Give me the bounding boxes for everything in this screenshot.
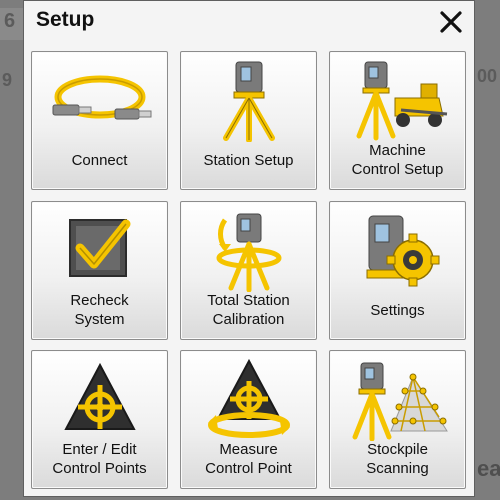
stockpile-scanning-label: Stockpile Scanning bbox=[366, 441, 429, 477]
recheck-system-label: Recheck System bbox=[70, 292, 129, 328]
usb-cable-icon bbox=[52, 75, 151, 120]
stockpile-scanning-button[interactable]: Stockpile Scanning bbox=[329, 350, 466, 489]
grader-total-station-icon bbox=[356, 61, 447, 141]
checkbox-checkmark-icon bbox=[68, 219, 130, 277]
station-gear-icon bbox=[366, 215, 439, 287]
dialog-title: Setup bbox=[36, 8, 95, 31]
control-point-icon bbox=[63, 362, 136, 430]
stockpile-scan-icon bbox=[352, 362, 448, 441]
measure-control-point-icon bbox=[207, 358, 290, 438]
station-setup-label: Station Setup bbox=[203, 151, 294, 169]
total-station-calibration-label: Total Station Calibration bbox=[207, 292, 290, 328]
measure-control-point-label: Measure Control Point bbox=[205, 441, 292, 477]
settings-button[interactable]: Settings bbox=[329, 201, 466, 340]
close-button[interactable] bbox=[436, 7, 466, 37]
station-setup-button[interactable]: Station Setup bbox=[180, 51, 317, 190]
setup-dialog: Setup Connect Station Setup Machine Cont… bbox=[23, 0, 475, 497]
station-calibration-icon bbox=[216, 213, 281, 292]
background-right-number: 00 bbox=[477, 66, 498, 86]
enter-edit-control-points-button[interactable]: Enter / Edit Control Points bbox=[31, 350, 168, 489]
total-station-tripod-icon bbox=[222, 61, 275, 142]
settings-label: Settings bbox=[370, 301, 425, 319]
measure-control-point-button[interactable]: Measure Control Point bbox=[180, 350, 317, 489]
connect-button[interactable]: Connect bbox=[31, 51, 168, 190]
background-right-bottom: ea bbox=[477, 456, 500, 481]
close-icon bbox=[440, 11, 462, 33]
background-left-number: 9 bbox=[2, 70, 13, 90]
total-station-calibration-button[interactable]: Total Station Calibration bbox=[180, 201, 317, 340]
recheck-system-button[interactable]: Recheck System bbox=[31, 201, 168, 340]
machine-control-setup-label: Machine Control Setup bbox=[351, 142, 444, 178]
background-left-digit: 6 bbox=[4, 10, 16, 32]
machine-control-setup-button[interactable]: Machine Control Setup bbox=[329, 51, 466, 190]
connect-label: Connect bbox=[71, 151, 128, 169]
enter-edit-control-points-label: Enter / Edit Control Points bbox=[52, 441, 147, 477]
